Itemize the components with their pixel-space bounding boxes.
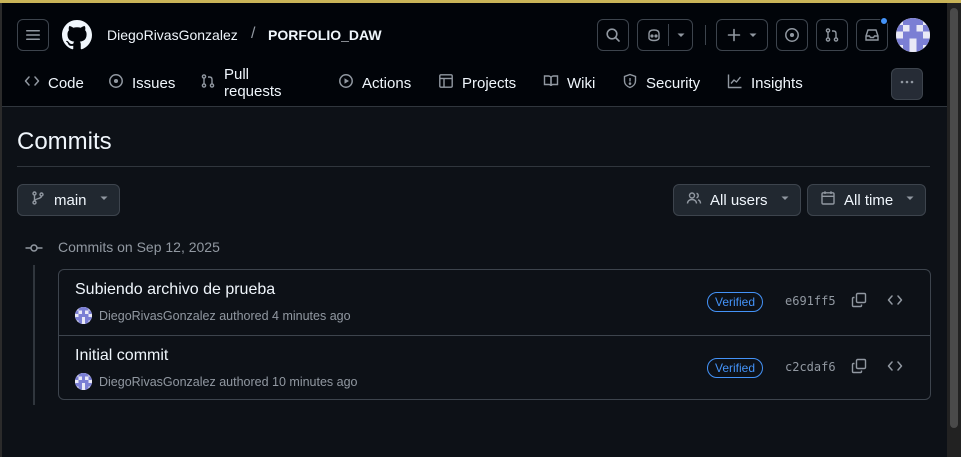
breadcrumb-separator: / bbox=[251, 25, 256, 42]
tab-projects[interactable]: Projects bbox=[438, 67, 516, 99]
tab-actions[interactable]: Actions bbox=[338, 67, 411, 99]
scrollbar-thumb[interactable] bbox=[950, 8, 958, 428]
commit-message-link[interactable]: Subiendo archivo de prueba bbox=[75, 281, 275, 299]
calendar-icon bbox=[820, 190, 836, 210]
commit-group-heading: Commits on Sep 12, 2025 bbox=[58, 239, 220, 255]
github-page: DiegoRivasGonzalez / PORFOLIO_DAW Code I… bbox=[2, 3, 947, 457]
plus-icon bbox=[726, 27, 742, 43]
git-pull-request-icon bbox=[200, 73, 216, 93]
tab-security[interactable]: Security bbox=[622, 67, 700, 99]
copilot-icon bbox=[646, 27, 662, 43]
author-link[interactable]: DiegoRivasGonzalez bbox=[99, 375, 216, 389]
commit-time: authored 10 minutes ago bbox=[219, 374, 358, 389]
table-icon bbox=[438, 73, 454, 93]
author-avatar[interactable] bbox=[75, 307, 92, 324]
global-header: DiegoRivasGonzalez / PORFOLIO_DAW Code I… bbox=[2, 3, 947, 107]
menu-button[interactable] bbox=[17, 19, 49, 51]
commit-list: Subiendo archivo de prueba DiegoRivasGon… bbox=[58, 269, 931, 400]
chevron-down-icon bbox=[905, 190, 915, 210]
browse-code-icon[interactable] bbox=[887, 358, 903, 379]
copy-icon[interactable] bbox=[851, 292, 867, 313]
user-avatar[interactable] bbox=[896, 18, 930, 52]
issue-opened-icon bbox=[108, 73, 124, 93]
pull-requests-button[interactable] bbox=[816, 19, 848, 51]
commit-sha-link[interactable]: c2cdaf6 bbox=[785, 360, 836, 374]
copilot-split-divider bbox=[668, 24, 669, 46]
tab-label: Issues bbox=[132, 74, 176, 92]
tab-label: Actions bbox=[362, 74, 412, 92]
copilot-button[interactable] bbox=[637, 19, 693, 51]
tab-pull-requests[interactable]: Pull requests bbox=[200, 66, 282, 100]
commit-time: authored 4 minutes ago bbox=[219, 308, 351, 323]
tab-label: Code bbox=[48, 74, 84, 92]
copy-icon[interactable] bbox=[851, 358, 867, 379]
tab-label: Wiki bbox=[567, 74, 596, 92]
git-branch-icon bbox=[30, 190, 46, 210]
kebab-horizontal-icon bbox=[899, 74, 915, 95]
code-icon bbox=[24, 73, 40, 93]
title-divider bbox=[17, 166, 930, 167]
author-avatar[interactable] bbox=[75, 373, 92, 390]
verified-badge[interactable]: Verified bbox=[707, 292, 764, 312]
tab-issues[interactable]: Issues bbox=[108, 67, 175, 99]
issue-opened-icon bbox=[784, 27, 800, 43]
commit-row: Subiendo archivo de prueba DiegoRivasGon… bbox=[59, 270, 930, 335]
verified-badge[interactable]: Verified bbox=[707, 358, 764, 378]
tab-label: Security bbox=[646, 74, 701, 92]
book-icon bbox=[543, 73, 559, 93]
chevron-down-icon bbox=[748, 27, 758, 43]
branch-selector[interactable]: main bbox=[17, 184, 120, 216]
time-filter-label: All time bbox=[844, 191, 894, 209]
repo-name-link[interactable]: PORFOLIO_DAW bbox=[268, 27, 382, 43]
tab-label: Projects bbox=[462, 74, 517, 92]
timeline-line bbox=[33, 265, 35, 405]
page-title: Commits bbox=[17, 128, 112, 155]
create-new-button[interactable] bbox=[716, 19, 768, 51]
people-icon bbox=[686, 190, 702, 210]
git-pull-request-icon bbox=[824, 27, 840, 43]
issues-button[interactable] bbox=[776, 19, 808, 51]
nav-more-button[interactable] bbox=[891, 68, 923, 100]
git-commit-icon bbox=[25, 240, 43, 261]
browser-frame: DiegoRivasGonzalez / PORFOLIO_DAW Code I… bbox=[0, 0, 961, 457]
branch-name: main bbox=[54, 191, 87, 209]
tab-label: Pull requests bbox=[224, 66, 282, 100]
shield-icon bbox=[622, 73, 638, 93]
commit-message-link[interactable]: Initial commit bbox=[75, 347, 168, 365]
commit-meta: DiegoRivasGonzalez authored 10 minutes a… bbox=[75, 373, 358, 390]
hamburger-icon bbox=[25, 27, 41, 43]
users-filter-label: All users bbox=[710, 191, 768, 209]
time-filter[interactable]: All time bbox=[807, 184, 927, 216]
commit-meta: DiegoRivasGonzalez authored 4 minutes ag… bbox=[75, 307, 351, 324]
author-link[interactable]: DiegoRivasGonzalez bbox=[99, 309, 216, 323]
users-filter[interactable]: All users bbox=[673, 184, 801, 216]
repo-owner-link[interactable]: DiegoRivasGonzalez bbox=[107, 27, 238, 43]
chevron-down-icon bbox=[780, 190, 790, 210]
inbox-icon bbox=[864, 27, 880, 43]
tab-wiki[interactable]: Wiki bbox=[543, 67, 595, 99]
search-button[interactable] bbox=[597, 19, 629, 51]
commit-sha-link[interactable]: e691ff5 bbox=[785, 294, 836, 308]
commit-row: Initial commit DiegoRivasGonzalez author… bbox=[59, 335, 930, 400]
github-logo-icon[interactable] bbox=[62, 20, 92, 55]
chevron-down-icon bbox=[99, 190, 109, 210]
graph-icon bbox=[727, 73, 743, 93]
play-icon bbox=[338, 73, 354, 93]
search-icon bbox=[605, 27, 621, 43]
tab-insights[interactable]: Insights bbox=[727, 67, 803, 99]
tab-label: Insights bbox=[751, 74, 803, 92]
browse-code-icon[interactable] bbox=[887, 292, 903, 313]
notification-dot bbox=[880, 17, 888, 25]
tab-code[interactable]: Code bbox=[24, 67, 84, 99]
chevron-down-icon[interactable] bbox=[675, 27, 687, 43]
header-divider bbox=[705, 25, 706, 45]
